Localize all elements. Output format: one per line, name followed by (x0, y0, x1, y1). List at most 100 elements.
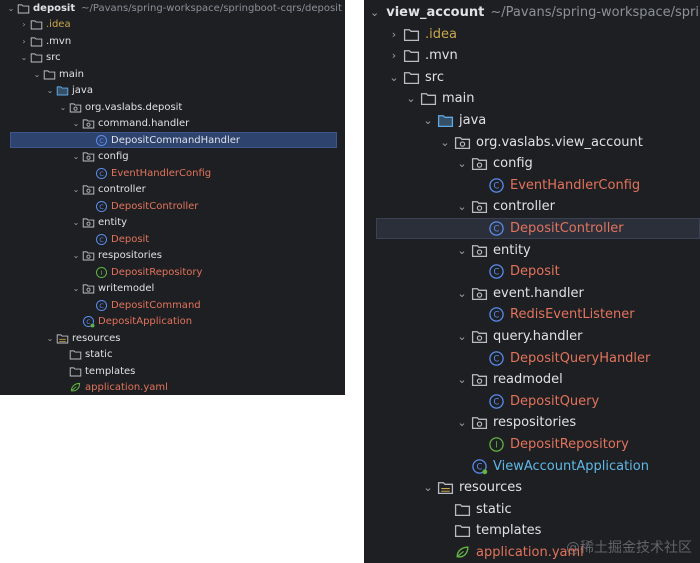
chevron-down-icon[interactable]: ⌄ (19, 53, 29, 63)
chevron-right-icon[interactable]: › (19, 20, 29, 30)
tree-item-label: resources (72, 332, 121, 344)
tree-item[interactable]: templates (0, 363, 345, 379)
chevron-down-icon[interactable]: ⌄ (71, 152, 81, 162)
tree-item[interactable]: ⌄ entity (364, 240, 700, 261)
tree-item[interactable]: ⌄ writemodel (0, 281, 345, 297)
tree-item[interactable]: ⌄ java (364, 110, 700, 131)
tree-item[interactable]: ⌄ org.vaslabs.deposit (0, 99, 345, 115)
tree-item-label: templates (476, 523, 542, 539)
interface-icon: I (95, 266, 108, 279)
tree-item[interactable]: C Deposit (364, 261, 700, 282)
tree-item[interactable]: application.yaml (364, 542, 700, 563)
chevron-down-icon[interactable]: ⌄ (455, 200, 469, 214)
tree-item-label: .idea (425, 26, 457, 42)
chevron-down-icon[interactable]: ⌄ (6, 3, 16, 13)
tree-item[interactable]: ⌄ src (0, 50, 345, 66)
tree-item[interactable]: ⌄ controller (364, 196, 700, 217)
tree-item[interactable]: I DepositRepository (0, 264, 345, 280)
tree-item[interactable]: › .idea (364, 24, 700, 45)
tree-item[interactable]: C DepositQuery (364, 391, 700, 412)
tree-item[interactable]: ⌄ event.handler (364, 283, 700, 304)
chevron-down-icon[interactable]: ⌄ (45, 86, 55, 96)
tree-item[interactable]: › .mvn (0, 33, 345, 49)
tree-item[interactable]: ⌄ entity (0, 215, 345, 231)
source-folder-icon (437, 112, 454, 129)
tree-item[interactable]: ⌄ readmodel (364, 369, 700, 390)
chevron-down-icon[interactable]: ⌄ (58, 102, 68, 112)
tree-item[interactable]: ⌄ view_account ~/Pavans/spring-workspace/s… (364, 2, 700, 23)
chevron-down-icon[interactable]: ⌄ (455, 330, 469, 344)
tree-item[interactable]: C Deposit (0, 231, 345, 247)
tree-item-label: respositories (98, 250, 162, 261)
tree-item[interactable]: C ViewAccountApplication (364, 456, 700, 477)
tree-item[interactable]: › .mvn (364, 45, 700, 66)
chevron-down-icon[interactable]: ⌄ (71, 185, 81, 195)
tree-item[interactable]: static (0, 347, 345, 363)
tree-item[interactable]: ⌄ main (0, 66, 345, 82)
folder-icon (403, 69, 420, 86)
tree-item[interactable]: C DepositCommand (0, 297, 345, 313)
package-icon (82, 183, 95, 196)
chevron-down-icon[interactable]: ⌄ (71, 284, 81, 294)
tree-item[interactable]: C DepositQueryHandler (364, 348, 700, 369)
chevron-down-icon[interactable]: ⌄ (455, 243, 469, 257)
chevron-down-icon[interactable]: ⌄ (387, 70, 401, 84)
tree-item[interactable]: static (364, 499, 700, 520)
chevron-right-icon[interactable]: › (19, 36, 29, 46)
tree-item[interactable]: ⌄ command.handler (0, 116, 345, 132)
tree-item[interactable]: › .idea (0, 17, 345, 33)
chevron-down-icon[interactable]: ⌄ (404, 92, 418, 106)
tree-item[interactable]: C EventHandlerConfig (0, 165, 345, 181)
tree-item[interactable]: C DepositController (364, 218, 700, 239)
tree-item-label: org.vaslabs.view_account (476, 134, 643, 150)
tree-item[interactable]: ⌄ src (364, 67, 700, 88)
tree-item[interactable]: ⌄ respositories (0, 248, 345, 264)
tree-item[interactable]: ⌄ query.handler (364, 326, 700, 347)
svg-text:C: C (86, 318, 91, 326)
chevron-down-icon[interactable]: ⌄ (32, 69, 42, 79)
chevron-right-icon[interactable]: › (387, 49, 401, 63)
chevron-right-icon[interactable]: › (387, 27, 401, 41)
tree-item[interactable]: C DepositApplication (0, 314, 345, 330)
chevron-down-icon[interactable]: ⌄ (455, 416, 469, 430)
chevron-down-icon[interactable]: ⌄ (455, 373, 469, 387)
tree-item[interactable]: ⌄ config (364, 153, 700, 174)
chevron-down-icon[interactable]: ⌄ (455, 157, 469, 171)
tree-item[interactable]: ⌄ main (364, 88, 700, 109)
tree-item[interactable]: C EventHandlerConfig (364, 175, 700, 196)
tree-item[interactable]: ⌄ resources (0, 330, 345, 346)
project-tree-deposit[interactable]: ⌄ deposit ~/Pavans/spring-workspace/spring… (0, 0, 345, 395)
tree-item-label: org.vaslabs.deposit (85, 101, 183, 113)
chevron-down-icon[interactable]: ⌄ (421, 114, 435, 128)
spring-class-icon: C (82, 315, 95, 328)
tree-item[interactable]: ⌄ resources (364, 477, 700, 498)
chevron-down-icon[interactable]: ⌄ (455, 286, 469, 300)
tree-item[interactable]: C DepositCommandHandler (0, 132, 345, 148)
tree-item[interactable]: C RedisEventListener (364, 304, 700, 325)
project-tree-view-account[interactable]: @稀土掘金技术社区 ⌄ view_account ~/Pavans/spring-w… (364, 0, 700, 563)
chevron-down-icon[interactable]: ⌄ (71, 119, 81, 129)
package-icon (471, 414, 488, 431)
tree-item[interactable]: I DepositRepository (364, 434, 700, 455)
tree-item[interactable]: ⌄ controller (0, 182, 345, 198)
tree-item[interactable]: ⌄ respositories (364, 412, 700, 433)
chevron-down-icon[interactable]: ⌄ (71, 251, 81, 261)
chevron-down-icon[interactable]: ⌄ (45, 333, 55, 343)
tree-item[interactable]: templates (364, 520, 700, 541)
chevron-down-icon[interactable]: ⌄ (421, 481, 435, 495)
tree-item[interactable]: ⌄ org.vaslabs.view_account (364, 132, 700, 153)
tree-item[interactable]: application.yaml (0, 380, 345, 396)
tree-item[interactable]: ⌄ java (0, 83, 345, 99)
yaml-icon (69, 381, 82, 394)
tree-item[interactable]: ⌄ config (0, 149, 345, 165)
tree-item-label: src (46, 52, 61, 63)
chevron-down-icon[interactable]: ⌄ (438, 135, 452, 149)
svg-text:C: C (494, 268, 500, 278)
tree-item[interactable]: ⌄ deposit ~/Pavans/spring-workspace/spring… (0, 0, 345, 16)
tree-item[interactable]: C DepositController (0, 198, 345, 214)
chevron-down-icon[interactable]: ⌄ (71, 218, 81, 228)
chevron-down-icon[interactable]: ⌄ (370, 6, 379, 20)
